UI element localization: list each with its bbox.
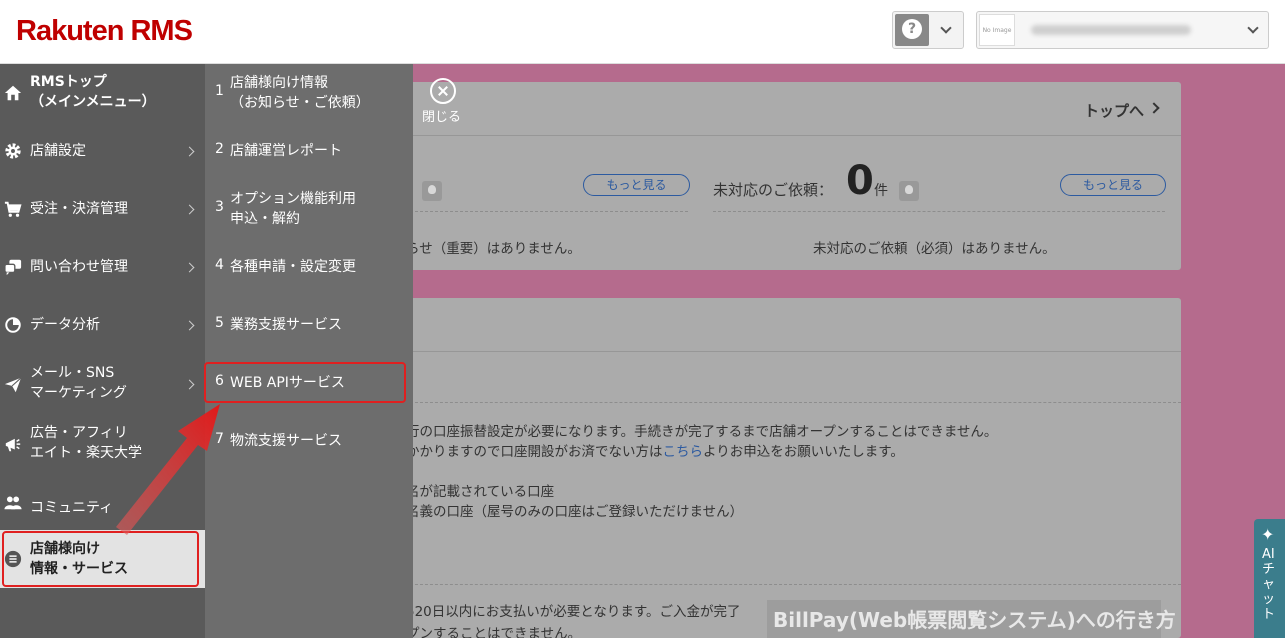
submenu-panel: 1 店舗様向け情報 （お知らせ・ご依頼） 2 店舗運営レポート 3 オプション機… <box>205 64 413 638</box>
help-icon: ? <box>895 14 929 46</box>
notice-empty-text: らせ（重要）はありません。 <box>406 241 581 257</box>
sidebar-item-rms-top[interactable]: RMSトップ （メインメニュー） <box>0 64 205 124</box>
close-button[interactable]: 閉じる <box>420 78 468 126</box>
account-card: 行の口座振替設定が必要になります。手続きが完了するまで店舗オープンすることはでき… <box>380 298 1181 638</box>
notice-card: トップへ もっと見る らせ（重要）はありません。 未対応のご依頼： 0 件 もっ… <box>380 82 1181 270</box>
sidebar-item-shop-settings[interactable]: 店舗設定 <box>0 124 205 178</box>
submenu-item-report[interactable]: 2 店舗運営レポート <box>205 122 413 180</box>
bulb-icon <box>422 181 442 201</box>
shop-selector[interactable]: No Image <box>976 11 1269 49</box>
paper-plane-icon <box>4 377 22 393</box>
highlight-web-api <box>204 362 406 403</box>
sidebar-item-data-analysis[interactable]: データ分析 <box>0 298 205 352</box>
request-label: 未対応のご依頼： <box>713 181 834 199</box>
more-button[interactable]: もっと見る <box>1060 174 1166 196</box>
sidebar-item-mail-sns[interactable]: メール・SNS マーケティング <box>0 356 205 414</box>
submenu-item-applications[interactable]: 4 各種申請・設定変更 <box>205 238 413 296</box>
sidebar-item-ads-affiliate[interactable]: 広告・アフィリ エイト・楽天大学 <box>0 416 205 474</box>
rakuten-rms-logo[interactable]: Rakuten RMS <box>16 15 193 48</box>
chevron-down-icon <box>1247 22 1259 34</box>
sidebar-item-community[interactable]: コミュニティ <box>0 476 205 530</box>
request-empty-text: 未対応のご依頼（必須）はありません。 <box>813 241 1056 257</box>
megaphone-icon <box>5 438 21 452</box>
ai-chat-tab[interactable]: ✦ AIチャット <box>1254 519 1285 638</box>
sparkle-icon: ✦ <box>1261 525 1275 544</box>
submenu-item-business-support[interactable]: 5 業務支援サービス <box>205 296 413 354</box>
request-unit: 件 <box>874 183 888 199</box>
here-link[interactable]: こちら <box>663 444 704 460</box>
highlight-shop-info <box>2 531 199 587</box>
submenu-item-options[interactable]: 3 オプション機能利用 申込・解約 <box>205 180 413 238</box>
people-icon <box>4 496 22 510</box>
shop-name-blurred <box>1031 25 1191 35</box>
sidebar-item-orders[interactable]: 受注・決済管理 <box>0 182 205 236</box>
top-header: Rakuten RMS ? No Image <box>0 0 1285 64</box>
sidebar-item-inquiries[interactable]: 問い合わせ管理 <box>0 240 205 294</box>
close-icon <box>430 78 456 104</box>
more-button[interactable]: もっと見る <box>583 174 690 196</box>
shop-thumbnail: No Image <box>979 14 1015 46</box>
request-count: 0 <box>846 158 874 204</box>
top-link[interactable]: トップへ <box>1084 100 1144 121</box>
cart-icon <box>4 201 22 217</box>
submenu-item-logistics[interactable]: 7 物流支援サービス <box>205 412 413 470</box>
home-icon <box>4 85 22 101</box>
chevron-down-icon <box>940 22 952 34</box>
chevron-right-icon <box>1148 102 1160 114</box>
pie-chart-icon <box>5 317 21 333</box>
bulb-icon <box>899 181 919 201</box>
submenu-item-shop-info[interactable]: 1 店舗様向け情報 （お知らせ・ご依頼） <box>205 64 413 122</box>
gear-icon <box>5 143 21 159</box>
billpay-banner[interactable]: BillPay(Web帳票閲覧システム)への行き方 <box>767 600 1176 638</box>
help-dropdown[interactable]: ? <box>892 11 964 49</box>
chat-icon <box>4 259 22 276</box>
